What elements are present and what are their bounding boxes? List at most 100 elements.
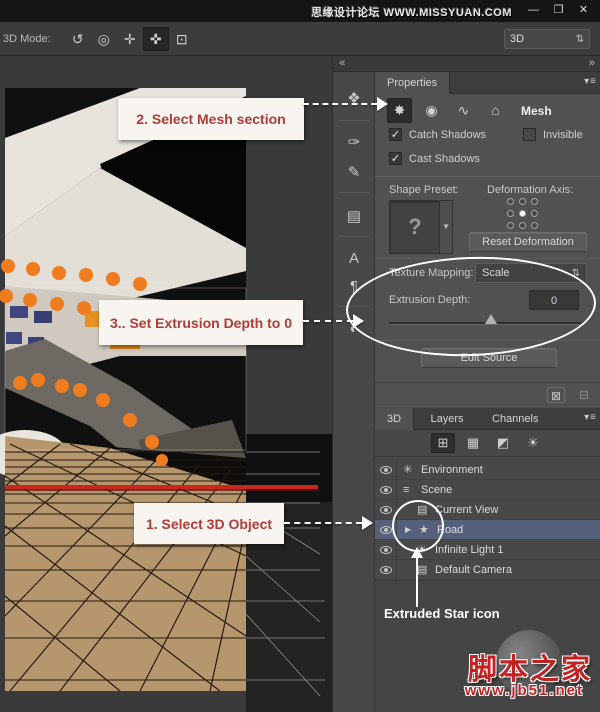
- tab-properties[interactable]: Properties: [375, 72, 450, 94]
- 3d-row-road[interactable]: ▶ ★ Road: [375, 520, 600, 540]
- 3d-filter-row: ⊞ ▦ ◩ ☀: [375, 430, 600, 457]
- 3d-roll-tool-icon[interactable]: ◎: [91, 27, 117, 51]
- brush-presets-panel-icon[interactable]: ✑: [333, 130, 375, 156]
- deformation-axis-grid[interactable]: [507, 198, 538, 229]
- extruded-star-icon: ★: [419, 520, 429, 540]
- visibility-eye-icon[interactable]: [380, 506, 392, 514]
- masks-panel-icon[interactable]: ◐: [333, 316, 375, 342]
- row-label: Infinite Light 1: [435, 540, 504, 560]
- dock-divider: [339, 306, 369, 307]
- 3d-panel-tab-bar: 3D Layers Channels ▾≡: [375, 408, 600, 430]
- extrusion-depth-slider[interactable]: [389, 322, 581, 325]
- visibility-eye-icon[interactable]: [380, 486, 392, 494]
- canvas-3d-view[interactable]: [0, 56, 332, 712]
- 3d-drag-tool-icon[interactable]: ✛: [117, 27, 143, 51]
- row-label: Road: [437, 520, 463, 540]
- environment-icon: ✳: [403, 460, 412, 480]
- extrusion-depth-field[interactable]: 0: [529, 290, 579, 310]
- canvas-artwork: [0, 56, 332, 712]
- paragraph-panel-icon[interactable]: ¶: [333, 274, 375, 300]
- tab-channels[interactable]: Channels: [480, 408, 550, 430]
- expand-triangle-icon[interactable]: ▶: [405, 520, 411, 540]
- shape-preset-dropdown-icon[interactable]: ▼: [439, 201, 452, 253]
- 3d-panel-empty-area: [375, 580, 600, 712]
- section-title: Mesh: [521, 104, 552, 118]
- 3d-rotate-tool-icon[interactable]: ↺: [65, 27, 91, 51]
- character-panel-icon[interactable]: A: [333, 246, 375, 272]
- close-button[interactable]: ✕: [571, 2, 596, 19]
- 3d-slide-tool-icon[interactable]: ✜: [143, 27, 169, 51]
- 3d-row-infinite-light[interactable]: ☀ Infinite Light 1: [375, 540, 600, 560]
- row-label: Default Camera: [435, 560, 512, 580]
- visibility-cell: [375, 540, 397, 560]
- workspace-switcher[interactable]: 3D ⇅: [504, 29, 590, 49]
- cast-shadows-label: Cast Shadows: [409, 153, 480, 165]
- invisible-label: Invisible: [543, 129, 583, 141]
- panel-column: « » ❖ ✑ ✎ ▤ A ¶ ◐ Properties ▾≡ ✸ ◉ ∿: [332, 56, 600, 712]
- layer-comps-panel-icon[interactable]: ▤: [333, 204, 375, 230]
- deform-section-icon[interactable]: ∿: [451, 98, 476, 123]
- extrusion-slider-handle[interactable]: [485, 314, 497, 324]
- visibility-cell: [375, 520, 397, 540]
- 3d-row-scene[interactable]: ≡ Scene: [375, 480, 600, 500]
- invisible-checkbox[interactable]: [523, 128, 536, 141]
- visibility-eye-icon[interactable]: [380, 546, 392, 554]
- delete-icon[interactable]: ⊟: [575, 387, 593, 403]
- visibility-cell: [375, 460, 397, 480]
- texture-mapping-value: Scale: [482, 267, 510, 279]
- shape-preset-label: Shape Preset:: [389, 184, 459, 196]
- restore-button[interactable]: ❐: [546, 2, 571, 19]
- shape-preset-picker[interactable]: ? ▼: [389, 200, 453, 254]
- select-arrows-icon: ⇅: [572, 268, 580, 279]
- cast-shadows-checkbox[interactable]: ✓: [389, 152, 402, 165]
- 3d-row-default-camera[interactable]: ▤ Default Camera: [375, 560, 600, 580]
- filter-materials-icon[interactable]: ◩: [491, 433, 515, 453]
- cap-section-icon[interactable]: ⌂: [483, 98, 508, 123]
- reset-deformation-button[interactable]: Reset Deformation: [469, 232, 587, 252]
- visibility-eye-icon[interactable]: [380, 566, 392, 574]
- invisible-row: Invisible: [523, 128, 583, 141]
- tab-layers[interactable]: Layers: [419, 408, 476, 430]
- workspace-value: 3D: [510, 33, 524, 45]
- camera-icon: ▤: [417, 560, 427, 580]
- 3d-scale-tool-icon[interactable]: ⊡: [169, 27, 195, 51]
- minimize-button[interactable]: —: [521, 2, 546, 19]
- light-icon: ☀: [417, 540, 427, 560]
- scene-icon: ≡: [403, 480, 409, 500]
- cast-shadows-row: ✓ Cast Shadows: [389, 152, 480, 165]
- collapse-panels-icon[interactable]: «: [339, 57, 345, 69]
- mesh-section-icon[interactable]: ✸: [387, 98, 412, 123]
- filter-meshes-icon[interactable]: ▦: [461, 433, 485, 453]
- expand-panels-icon[interactable]: »: [589, 57, 595, 69]
- panel-menu-icon[interactable]: ▾≡: [584, 76, 597, 87]
- visibility-cell: [375, 500, 397, 520]
- visibility-eye-icon[interactable]: [380, 466, 392, 474]
- materials-section-icon[interactable]: ◉: [419, 98, 444, 123]
- dock-divider: [339, 236, 369, 237]
- filter-lights-icon[interactable]: ☀: [521, 433, 545, 453]
- edit-source-button[interactable]: Edit Source: [421, 348, 557, 368]
- 3d-row-current-view[interactable]: ▤ Current View: [375, 500, 600, 520]
- row-label: Environment: [421, 460, 483, 480]
- filter-whole-scene-icon[interactable]: ⊞: [431, 433, 455, 453]
- visibility-eye-icon[interactable]: [380, 526, 392, 534]
- texture-mapping-select[interactable]: Scale ⇅: [475, 263, 587, 283]
- visibility-cell: [375, 560, 397, 580]
- brush-panel-icon[interactable]: ✎: [333, 160, 375, 186]
- properties-footer: ⊠ ⊟: [375, 382, 600, 407]
- 3d-mode-label: 3D Mode:: [3, 33, 51, 45]
- render-icon[interactable]: ⊠: [547, 387, 565, 403]
- panel-header-strip: « »: [333, 56, 600, 72]
- info-panel-icon[interactable]: ❖: [333, 86, 375, 112]
- shape-preset-thumbnail: ?: [390, 201, 440, 253]
- dock-divider: [339, 192, 369, 193]
- properties-tab-bar: Properties ▾≡: [375, 72, 600, 94]
- extrusion-depth-label: Extrusion Depth:: [389, 294, 470, 306]
- catch-shadows-checkbox[interactable]: ✓: [389, 128, 402, 141]
- dock-divider: [339, 120, 369, 121]
- panel-menu-icon[interactable]: ▾≡: [584, 412, 597, 423]
- tab-3d[interactable]: 3D: [375, 408, 414, 430]
- deformation-axis-label: Deformation Axis:: [487, 184, 573, 196]
- properties-panel: ✸ ◉ ∿ ⌂ Mesh ✓ Catch Shadows Invisible ✓…: [375, 94, 600, 407]
- 3d-row-environment[interactable]: ✳ Environment: [375, 460, 600, 480]
